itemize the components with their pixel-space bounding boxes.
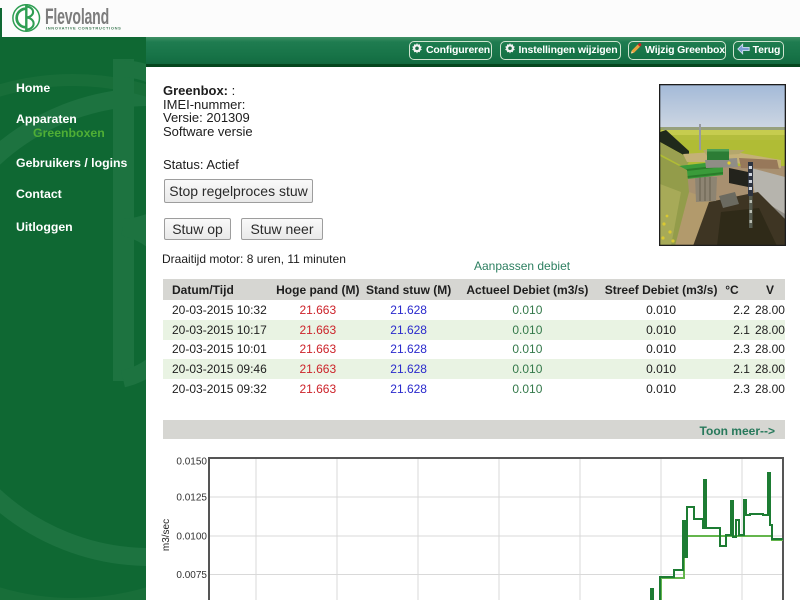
svg-text:0.0125: 0.0125 bbox=[176, 493, 207, 504]
svg-text:m3/sec: m3/sec bbox=[161, 519, 172, 551]
svg-text:0.0150: 0.0150 bbox=[176, 457, 207, 468]
svg-text:0.0075: 0.0075 bbox=[176, 570, 207, 581]
svg-text:0.0100: 0.0100 bbox=[176, 532, 207, 543]
